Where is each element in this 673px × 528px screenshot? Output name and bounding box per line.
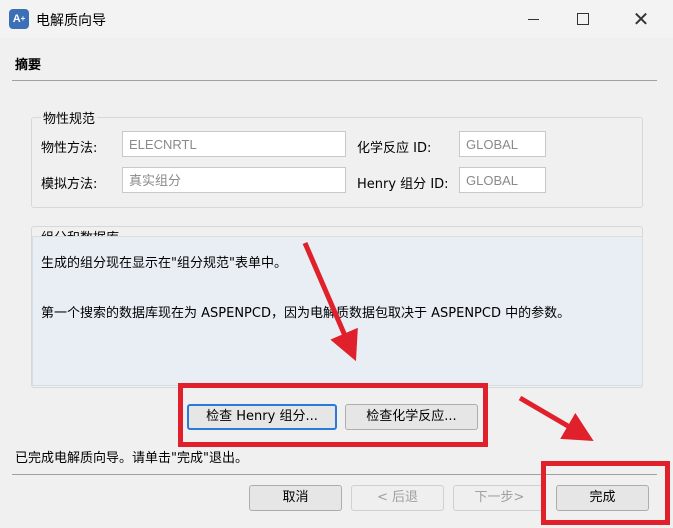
annotation-arrows <box>302 242 594 442</box>
arrow-to-finish-button <box>518 395 594 442</box>
arrow-to-review-buttons <box>302 242 358 362</box>
